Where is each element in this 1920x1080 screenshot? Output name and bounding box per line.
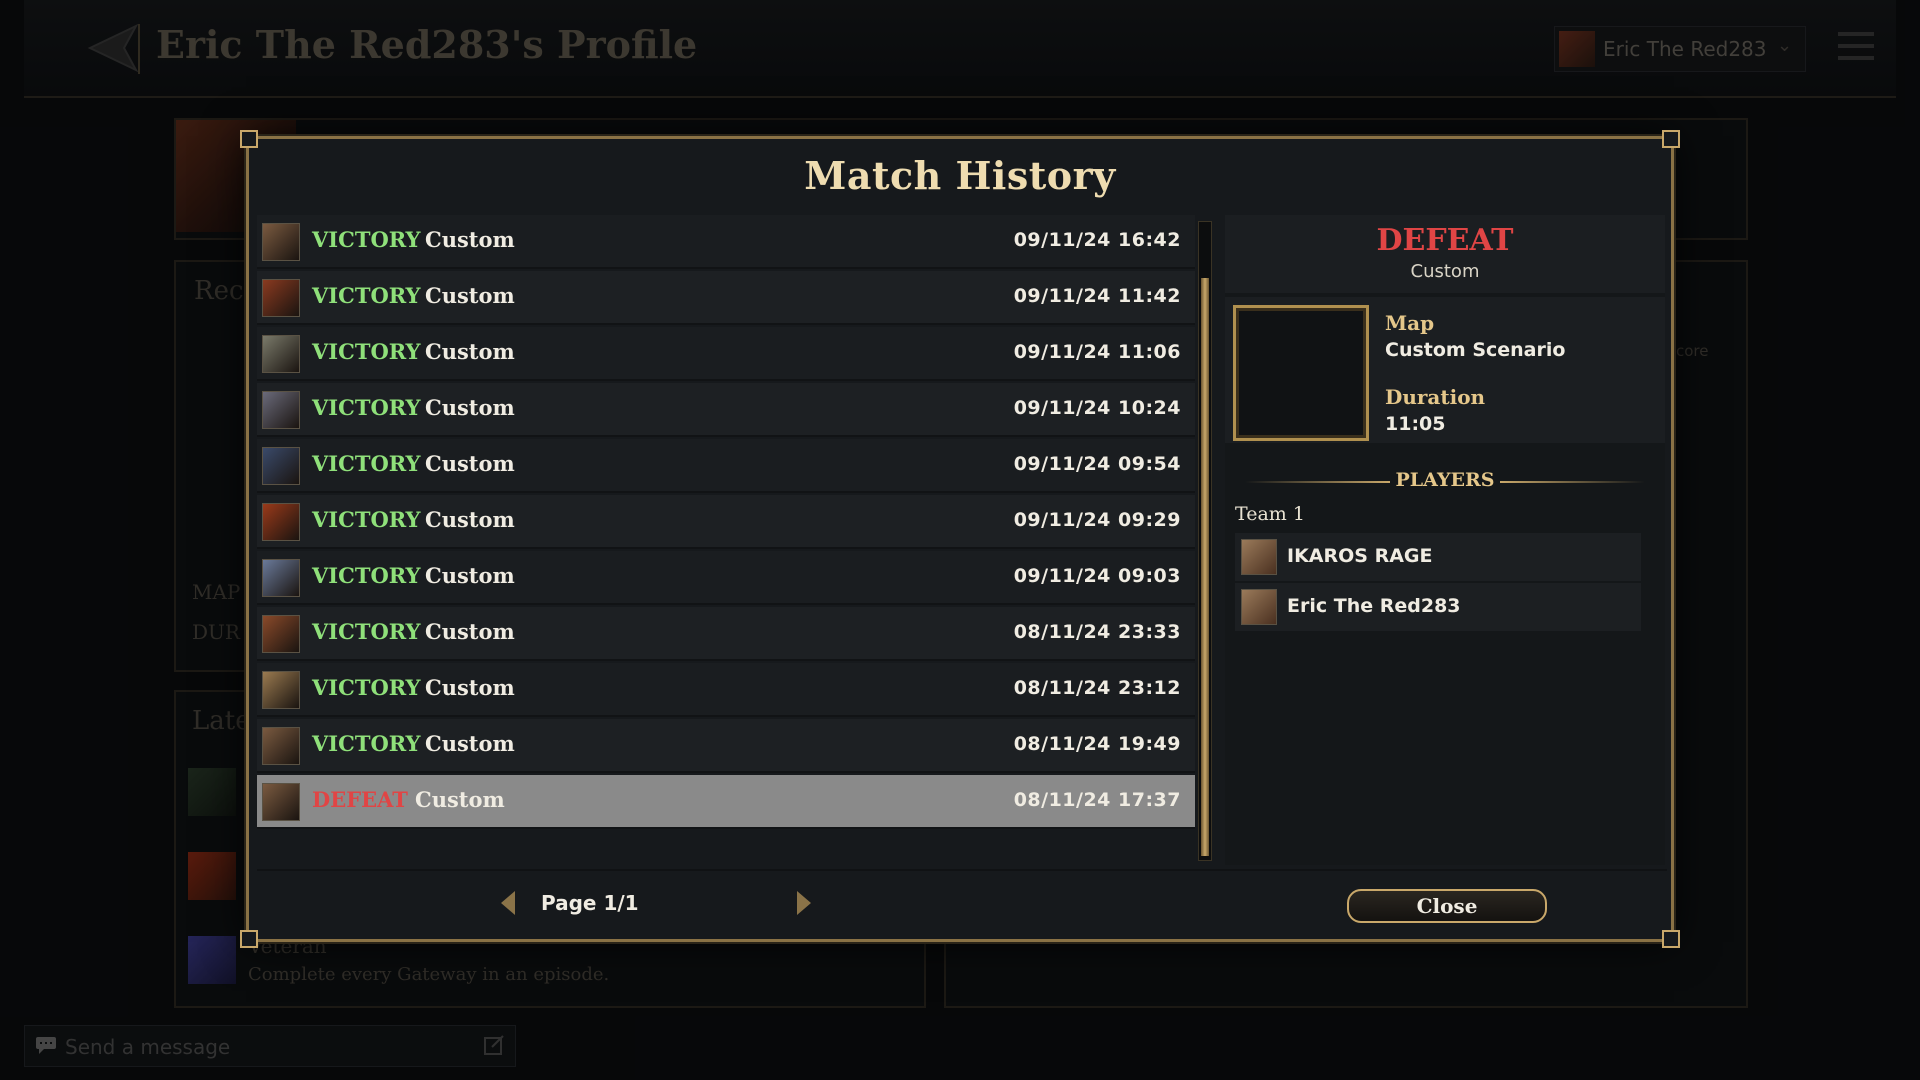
match-result: VICTORY — [312, 227, 421, 252]
match-mode: Custom — [425, 675, 515, 700]
match-mode: Custom — [425, 339, 515, 364]
next-page-icon[interactable] — [797, 891, 811, 915]
leader-avatar — [262, 671, 300, 709]
previous-page-icon[interactable] — [501, 891, 515, 915]
match-result: VICTORY — [312, 731, 421, 756]
player-avatar — [1241, 539, 1277, 575]
detail-header: DEFEAT Custom — [1225, 215, 1665, 293]
match-history-modal: Match History VICTORY Custom 09/11/24 16:4… — [240, 130, 1680, 948]
match-mode: Custom — [425, 395, 515, 420]
row-divider — [257, 491, 1195, 493]
duration-value: 11:05 — [1385, 413, 1446, 435]
match-row[interactable]: VICTORY Custom 09/11/24 10:24 — [257, 383, 1195, 437]
player-name: IKAROS RAGE — [1287, 545, 1433, 567]
match-result: DEFEAT — [312, 787, 408, 812]
match-result: VICTORY — [312, 451, 421, 476]
match-mode: Custom — [415, 787, 505, 812]
row-divider — [257, 435, 1195, 437]
close-button[interactable]: Close — [1347, 889, 1547, 923]
match-date: 09/11/24 09:29 — [1013, 509, 1181, 531]
footer-divider — [257, 869, 1667, 871]
match-row[interactable]: VICTORY Custom 09/11/24 11:42 — [257, 271, 1195, 325]
match-date: 09/11/24 09:03 — [1013, 565, 1181, 587]
leader-avatar — [262, 335, 300, 373]
map-label: Map — [1385, 311, 1435, 335]
leader-avatar — [262, 559, 300, 597]
page-indicator: Page 1/1 — [541, 891, 639, 915]
match-row[interactable]: VICTORY Custom 09/11/24 11:06 — [257, 327, 1195, 381]
match-row[interactable]: DEFEAT Custom 08/11/24 17:37 — [257, 775, 1195, 829]
leader-avatar — [262, 391, 300, 429]
leader-avatar — [262, 503, 300, 541]
match-detail-panel: DEFEAT Custom Map Custom Scenario Durati… — [1225, 215, 1665, 865]
detail-info: Map Custom Scenario Duration 11:05 — [1225, 297, 1665, 443]
player-avatar — [1241, 589, 1277, 625]
match-result: VICTORY — [312, 563, 421, 588]
match-list: VICTORY Custom 09/11/24 16:42 VICTORY Custom… — [257, 215, 1195, 861]
corner-ornament — [1662, 130, 1680, 148]
match-date: 09/11/24 16:42 — [1013, 229, 1181, 251]
leader-avatar — [262, 279, 300, 317]
row-divider — [257, 547, 1195, 549]
players-header: PLAYERS — [1225, 467, 1665, 497]
match-mode: Custom — [425, 227, 515, 252]
corner-ornament — [240, 130, 258, 148]
match-date: 08/11/24 23:33 — [1013, 621, 1181, 643]
match-date: 08/11/24 19:49 — [1013, 733, 1181, 755]
match-row[interactable]: VICTORY Custom 08/11/24 19:49 — [257, 719, 1195, 773]
match-date: 09/11/24 10:24 — [1013, 397, 1181, 419]
leader-avatar — [262, 223, 300, 261]
detail-mode: Custom — [1410, 261, 1480, 282]
match-row[interactable]: VICTORY Custom 09/11/24 16:42 — [257, 215, 1195, 269]
match-mode: Custom — [425, 451, 515, 476]
match-mode: Custom — [425, 563, 515, 588]
match-date: 09/11/24 11:42 — [1013, 285, 1181, 307]
match-result: VICTORY — [312, 619, 421, 644]
match-result: VICTORY — [312, 283, 421, 308]
scrollbar-thumb[interactable] — [1201, 278, 1209, 856]
match-row[interactable]: VICTORY Custom 08/11/24 23:12 — [257, 663, 1195, 717]
duration-label: Duration — [1385, 385, 1486, 409]
match-mode: Custom — [425, 619, 515, 644]
map-thumbnail — [1233, 305, 1369, 441]
match-date: 08/11/24 23:12 — [1013, 677, 1181, 699]
team-label: Team 1 — [1235, 503, 1305, 525]
match-result: VICTORY — [312, 675, 421, 700]
row-divider — [257, 659, 1195, 661]
player-row[interactable]: Eric The Red283 — [1235, 583, 1641, 631]
match-result: VICTORY — [312, 339, 421, 364]
player-row[interactable]: IKAROS RAGE — [1235, 533, 1641, 581]
row-divider — [257, 603, 1195, 605]
match-date: 08/11/24 17:37 — [1013, 789, 1181, 811]
match-date: 09/11/24 11:06 — [1013, 341, 1181, 363]
players-label: PLAYERS — [1395, 469, 1495, 491]
match-row[interactable]: VICTORY Custom 09/11/24 09:03 — [257, 551, 1195, 605]
match-result: VICTORY — [312, 507, 421, 532]
match-row[interactable]: VICTORY Custom 09/11/24 09:29 — [257, 495, 1195, 549]
match-mode: Custom — [425, 283, 515, 308]
leader-avatar — [262, 615, 300, 653]
leader-avatar — [262, 447, 300, 485]
row-divider — [257, 827, 1195, 829]
corner-ornament — [1662, 930, 1680, 948]
leader-avatar — [262, 727, 300, 765]
row-divider — [257, 323, 1195, 325]
scrollbar[interactable] — [1198, 221, 1212, 861]
match-result: VICTORY — [312, 395, 421, 420]
row-divider — [257, 715, 1195, 717]
detail-result: DEFEAT — [1376, 223, 1514, 258]
modal-title: Match History — [804, 153, 1116, 198]
corner-ornament — [240, 930, 258, 948]
match-row[interactable]: VICTORY Custom 09/11/24 09:54 — [257, 439, 1195, 493]
player-name: Eric The Red283 — [1287, 595, 1461, 617]
map-value: Custom Scenario — [1385, 339, 1566, 361]
leader-avatar — [262, 783, 300, 821]
match-mode: Custom — [425, 507, 515, 532]
row-divider — [257, 379, 1195, 381]
row-divider — [257, 267, 1195, 269]
match-row[interactable]: VICTORY Custom 08/11/24 23:33 — [257, 607, 1195, 661]
match-mode: Custom — [425, 731, 515, 756]
match-date: 09/11/24 09:54 — [1013, 453, 1181, 475]
row-divider — [257, 771, 1195, 773]
